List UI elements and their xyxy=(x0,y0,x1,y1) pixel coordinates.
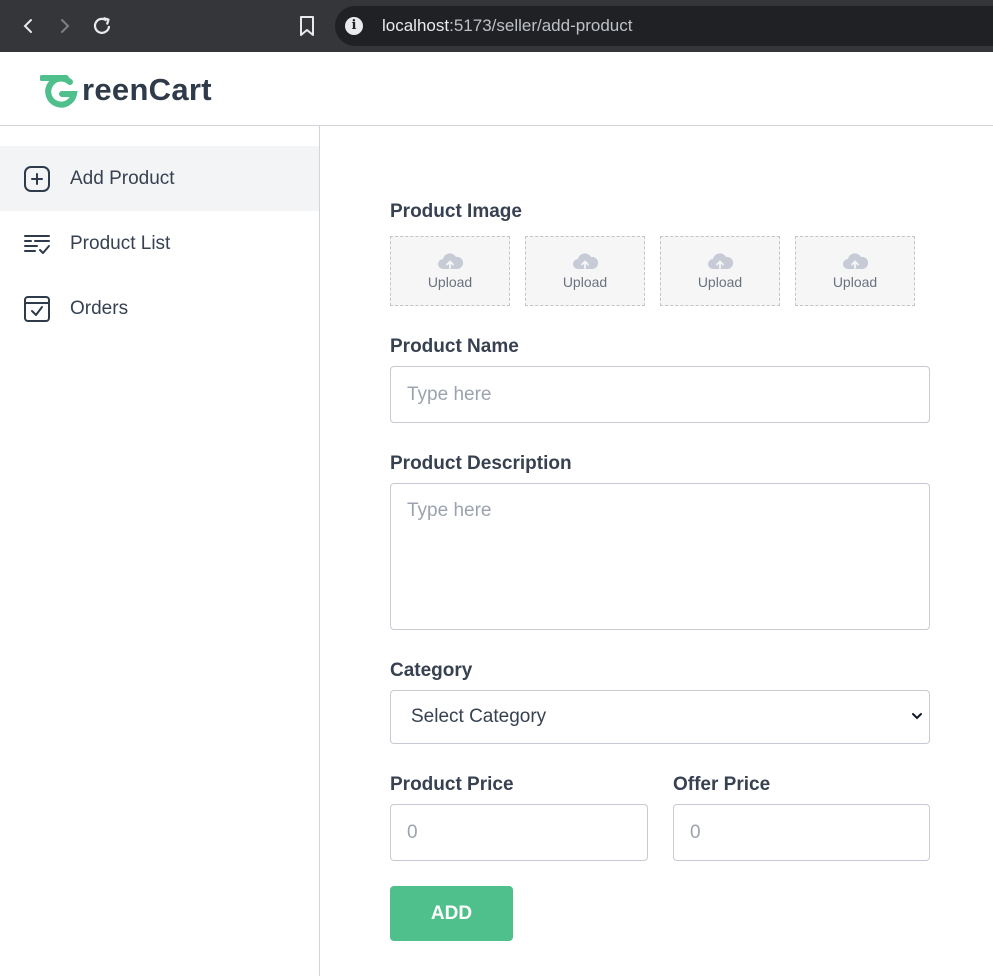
site-info-icon[interactable]: i xyxy=(345,17,363,35)
sidebar-item-product-list[interactable]: Product List xyxy=(0,211,319,276)
category-label: Category xyxy=(390,660,473,681)
chevron-left-icon xyxy=(23,19,32,33)
calendar-check-icon xyxy=(23,295,51,323)
sidebar-item-orders[interactable]: Orders xyxy=(0,276,319,341)
url-host: localhost xyxy=(382,16,450,35)
forward-button[interactable] xyxy=(51,12,79,40)
seller-sidebar: Add Product Product List Orders xyxy=(0,126,320,976)
product-name-label: Product Name xyxy=(390,336,519,357)
url-path: :5173/seller/add-product xyxy=(449,16,633,35)
product-price-input[interactable] xyxy=(390,804,648,861)
chevron-down-icon xyxy=(912,713,922,720)
cloud-upload-icon xyxy=(438,253,464,269)
url-text: localhost:5173/seller/add-product xyxy=(382,16,632,36)
product-description-label: Product Description xyxy=(390,453,572,474)
upload-text: Upload xyxy=(562,274,608,290)
add-square-icon xyxy=(23,165,51,193)
cloud-upload-icon xyxy=(843,253,869,269)
logo-text: reenCart xyxy=(82,72,212,107)
logo-g-mark xyxy=(40,75,78,108)
add-button[interactable]: ADD xyxy=(390,886,513,941)
upload-text: Upload xyxy=(427,274,473,290)
app-header: reenCart xyxy=(0,52,993,126)
sidebar-item-label: Add Product xyxy=(70,167,175,189)
address-bar[interactable]: i localhost:5173/seller/add-product xyxy=(335,6,993,46)
upload-slot-4[interactable]: Upload xyxy=(795,236,915,306)
product-image-label: Product Image xyxy=(390,201,522,222)
product-name-input[interactable] xyxy=(390,366,930,423)
product-description-textarea[interactable] xyxy=(390,483,930,630)
bookmark-button[interactable] xyxy=(293,12,321,40)
upload-slot-1[interactable]: Upload xyxy=(390,236,510,306)
category-select-value: Select Category xyxy=(411,706,547,727)
upload-slot-3[interactable]: Upload xyxy=(660,236,780,306)
list-check-icon xyxy=(23,230,51,258)
greencart-logo[interactable]: reenCart xyxy=(40,70,212,110)
back-button[interactable] xyxy=(14,12,42,40)
upload-slot-2[interactable]: Upload xyxy=(525,236,645,306)
offer-price-label: Offer Price xyxy=(673,774,771,795)
upload-text: Upload xyxy=(832,274,878,290)
category-select[interactable]: Select Category xyxy=(390,690,930,744)
upload-text: Upload xyxy=(697,274,743,290)
sidebar-item-label: Product List xyxy=(70,232,171,254)
sidebar-item-label: Orders xyxy=(70,297,129,319)
bookmark-icon xyxy=(300,16,314,36)
cloud-upload-icon xyxy=(573,253,599,269)
reload-button[interactable] xyxy=(88,12,116,40)
browser-toolbar: i localhost:5173/seller/add-product xyxy=(0,0,993,52)
offer-price-input[interactable] xyxy=(673,804,930,861)
product-price-label: Product Price xyxy=(390,774,514,795)
chevron-right-icon xyxy=(61,19,70,33)
reload-icon xyxy=(93,16,111,34)
sidebar-item-add-product[interactable]: Add Product xyxy=(0,146,319,211)
cloud-upload-icon xyxy=(708,253,734,269)
